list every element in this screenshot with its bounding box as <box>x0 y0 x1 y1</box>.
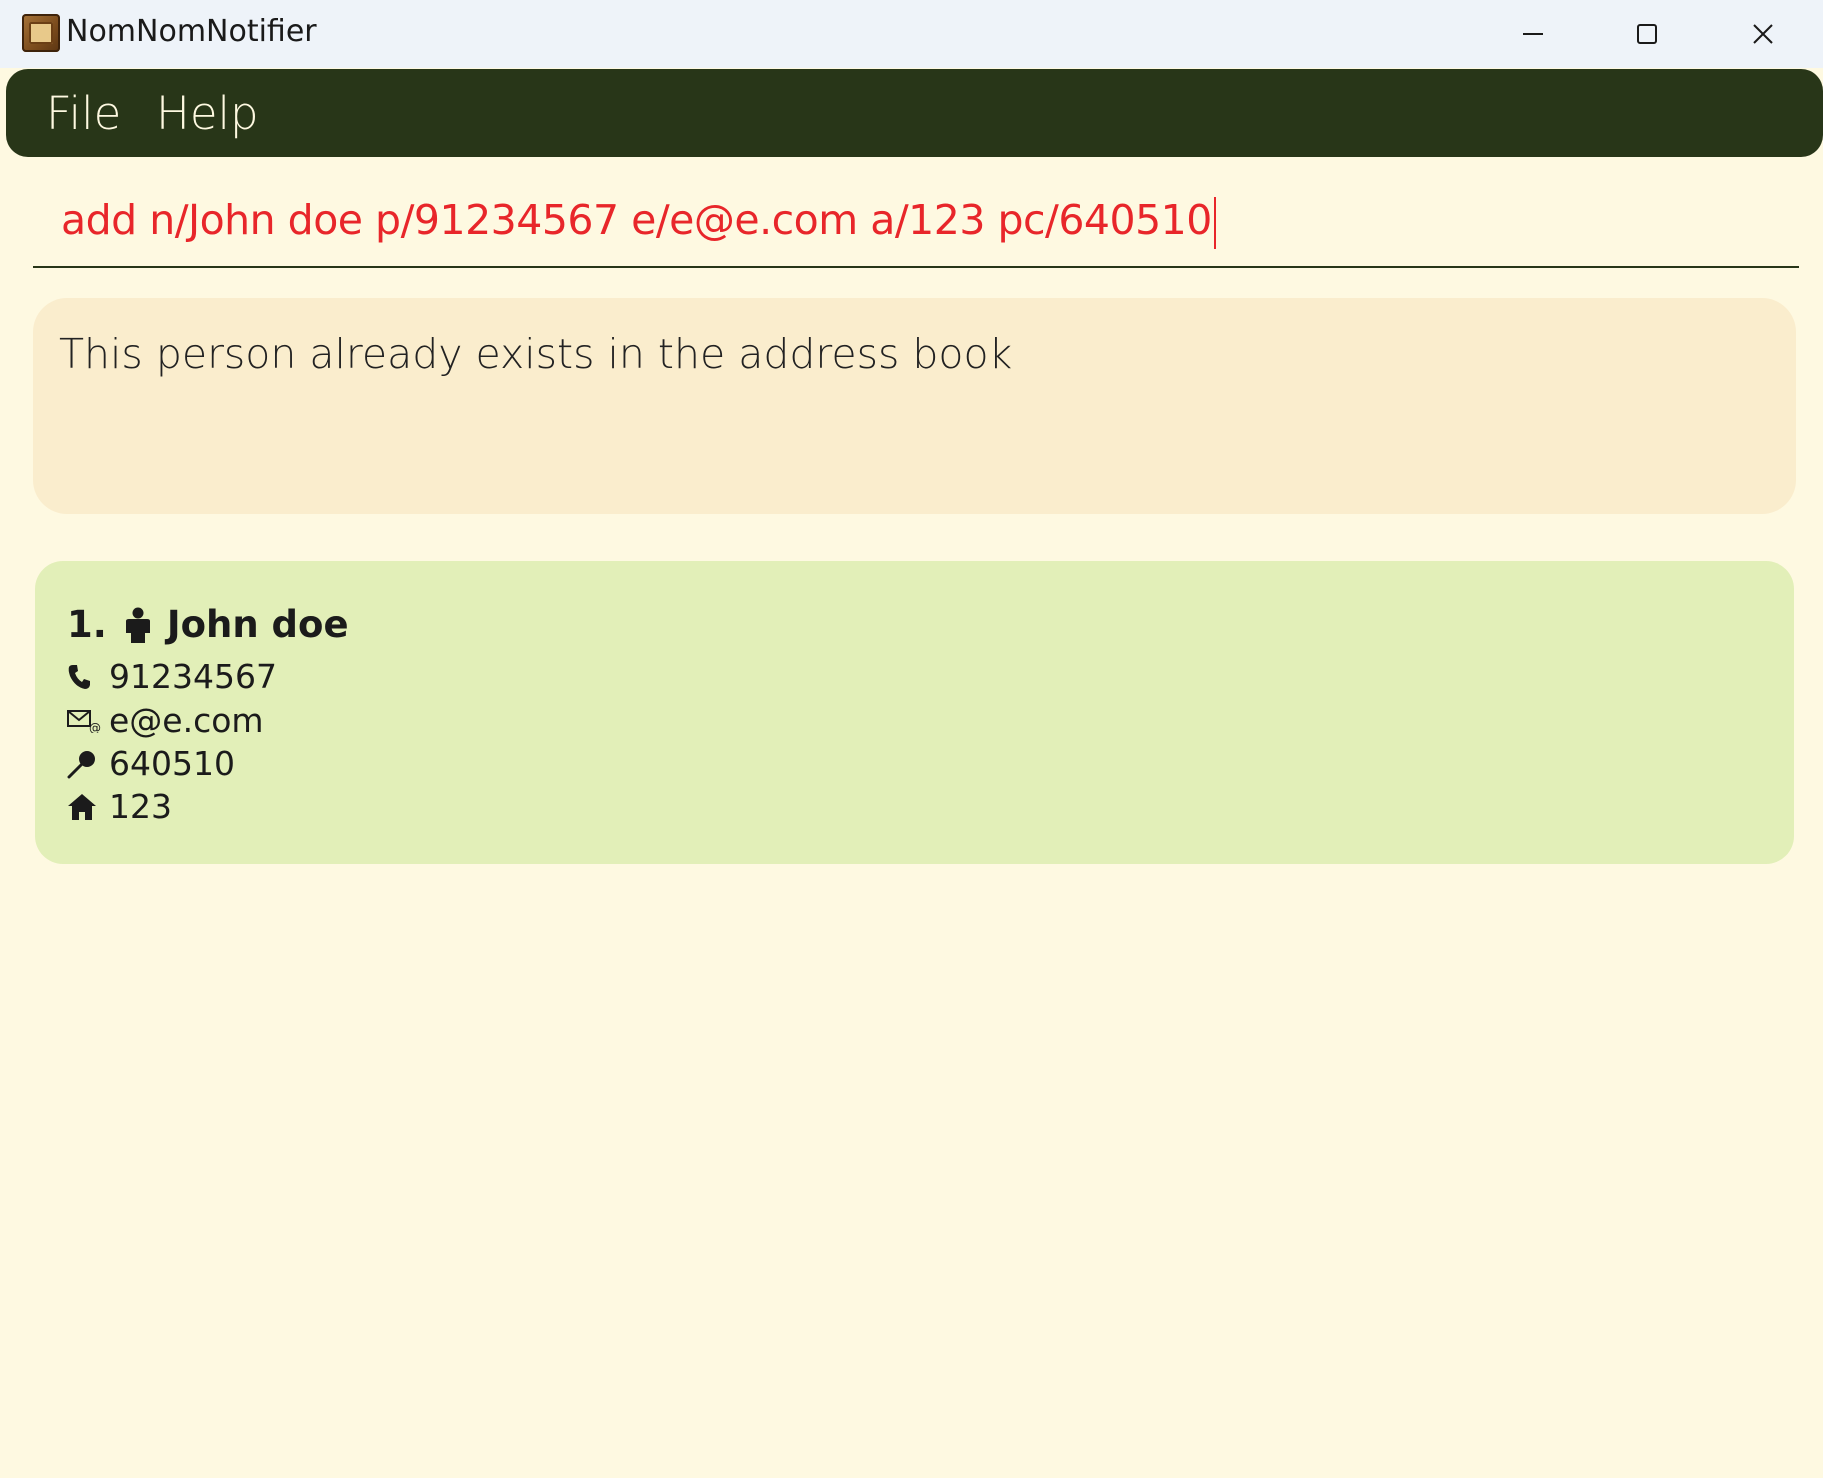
person-postal-code: 640510 <box>109 744 235 783</box>
minimize-button[interactable] <box>1478 0 1588 68</box>
maximize-button[interactable] <box>1592 0 1702 68</box>
person-index: 1. <box>67 603 107 646</box>
text-caret <box>1213 197 1216 249</box>
person-postal-row: 640510 <box>67 744 235 783</box>
result-display: This person already exists in the addres… <box>33 298 1796 514</box>
menu-file[interactable]: File <box>46 87 121 140</box>
result-message: This person already exists in the addres… <box>59 330 1013 378</box>
command-input[interactable]: add n/John doe p/91234567 e/e@e.com a/12… <box>33 178 1799 268</box>
person-address-row: 123 <box>67 787 172 826</box>
person-icon <box>123 607 153 643</box>
person-email-row: @ e@e.com <box>67 701 264 740</box>
minimize-icon <box>1523 33 1543 35</box>
person-email: e@e.com <box>109 701 264 740</box>
person-phone: 91234567 <box>109 657 277 696</box>
app-icon <box>22 14 60 52</box>
person-address: 123 <box>109 787 172 826</box>
person-card[interactable]: 1. John doe 91234567 @ e@e.com 640510 12… <box>35 561 1794 864</box>
app-window: NomNomNotifier File Help add n/John doe … <box>0 0 1823 1478</box>
window-title: NomNomNotifier <box>66 14 317 49</box>
phone-icon <box>67 664 103 690</box>
person-phone-row: 91234567 <box>67 657 277 696</box>
menu-help[interactable]: Help <box>156 87 259 140</box>
pin-icon <box>67 749 103 779</box>
menu-bar: File Help <box>6 69 1823 157</box>
person-card-header: 1. John doe <box>67 603 349 646</box>
close-button[interactable] <box>1708 0 1818 68</box>
home-icon <box>67 793 103 821</box>
svg-text:@: @ <box>89 721 101 733</box>
person-name: John doe <box>166 603 349 646</box>
command-input-text[interactable]: add n/John doe p/91234567 e/e@e.com a/12… <box>61 196 1216 249</box>
email-icon: @ <box>67 709 103 733</box>
maximize-icon <box>1637 24 1657 44</box>
command-value: add n/John doe p/91234567 e/e@e.com a/12… <box>61 196 1212 244</box>
title-bar: NomNomNotifier <box>0 0 1823 68</box>
close-icon <box>1753 24 1773 44</box>
